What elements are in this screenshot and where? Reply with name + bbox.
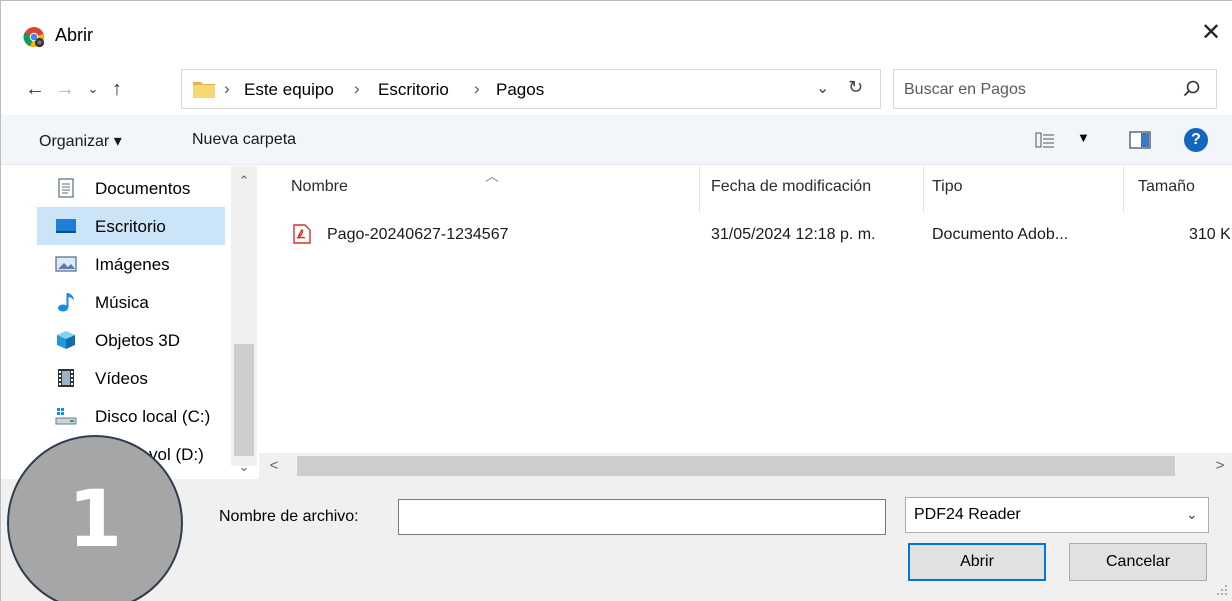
chrome-app-icon	[23, 27, 45, 48]
cancel-button[interactable]: Cancelar	[1069, 543, 1207, 581]
sidebar-item-disco-local-c[interactable]: Disco local (C:)	[37, 397, 225, 435]
column-header-size[interactable]: Tamaño	[1138, 178, 1195, 196]
title-bar: Abrir ✕	[1, 1, 1232, 49]
column-divider[interactable]	[1123, 166, 1124, 212]
sidebar-item-label: Objetos 3D	[95, 331, 181, 350]
pdf-file-icon	[293, 224, 311, 244]
sidebar-item-imagenes[interactable]: Imágenes	[37, 245, 225, 283]
open-file-dialog: Abrir ✕ ← → ⌄ ↑ › Este equipo › Escritor…	[0, 0, 1232, 601]
sidebar-item-label: Documentos	[95, 179, 191, 198]
open-button[interactable]: Abrir	[908, 543, 1046, 581]
up-arrow-icon[interactable]: ↑	[105, 75, 129, 103]
resize-grip-icon[interactable]	[1215, 583, 1229, 597]
search-icon[interactable]	[1182, 79, 1202, 99]
column-header-modified[interactable]: Fecha de modificación	[711, 178, 871, 196]
address-bar[interactable]: › Este equipo › Escritorio › Pagos ⌄ ↻	[181, 69, 881, 109]
navigation-pane: Documentos Escritorio Imágenes Música Ob…	[1, 166, 259, 476]
sidebar-item-label: Imágenes	[95, 255, 170, 274]
sidebar-item-documentos[interactable]: Documentos	[37, 169, 225, 207]
navigation-bar: ← → ⌄ ↑ › Este equipo › Escritorio › Pag…	[1, 67, 1232, 111]
new-folder-button[interactable]: Nueva carpeta	[192, 131, 296, 149]
breadcrumb-este-equipo[interactable]: Este equipo	[244, 80, 334, 100]
refresh-icon[interactable]: ↻	[848, 77, 863, 98]
breadcrumb-separator: ›	[354, 79, 360, 98]
documents-icon	[58, 178, 74, 198]
preview-pane-icon[interactable]	[1129, 131, 1151, 149]
close-icon[interactable]: ✕	[1197, 19, 1225, 47]
file-type-filter-value: PDF24 Reader	[914, 506, 1021, 523]
column-header-name[interactable]: Nombre	[291, 178, 348, 196]
file-type: Documento Adob...	[932, 226, 1069, 243]
scrollbar-thumb[interactable]	[234, 344, 254, 456]
desktop-icon	[56, 219, 76, 233]
file-list-horizontal-scrollbar[interactable]: < >	[259, 453, 1232, 479]
column-divider[interactable]	[699, 166, 700, 212]
sidebar-item-videos[interactable]: Vídeos	[37, 359, 225, 397]
file-size: 310 K	[1189, 226, 1231, 243]
music-icon	[58, 293, 74, 312]
scroll-right-chevron-icon[interactable]: >	[1207, 453, 1232, 479]
search-box	[893, 69, 1217, 109]
scroll-up-chevron-icon[interactable]: ⌃	[231, 168, 257, 194]
file-type-filter-select[interactable]: PDF24 Reader ⌄	[905, 497, 1209, 533]
filename-input[interactable]	[405, 506, 845, 528]
back-arrow-icon[interactable]: ←	[23, 75, 47, 103]
local-disk-icon	[55, 408, 77, 425]
breadcrumb-separator: ›	[474, 79, 480, 98]
step-number-badge: 1	[7, 435, 183, 601]
breadcrumb-pagos[interactable]: Pagos	[496, 80, 544, 100]
pictures-icon	[55, 256, 77, 272]
sort-ascending-caret-icon: ︿	[485, 168, 499, 184]
scrollbar-thumb[interactable]	[297, 456, 1175, 476]
forward-arrow-icon[interactable]: →	[53, 75, 77, 103]
filename-label: Nombre de archivo:	[219, 508, 359, 525]
window-title: Abrir	[55, 25, 94, 45]
scroll-down-chevron-icon[interactable]: ⌄	[231, 454, 257, 480]
file-name: Pago-20240627-1234567	[327, 226, 509, 243]
command-bar: Organizar ▾ Nueva carpeta ▼ ?	[1, 115, 1232, 165]
folder-icon	[193, 82, 215, 98]
recent-locations-chevron-icon[interactable]: ⌄	[81, 75, 105, 103]
organize-menu-button[interactable]: Organizar ▾	[39, 131, 122, 151]
sidebar-item-objetos-3d[interactable]: Objetos 3D	[37, 321, 225, 359]
view-options-icon[interactable]	[1035, 131, 1055, 149]
breadcrumb-separator: ›	[224, 79, 230, 98]
navigation-pane-scrollbar[interactable]: ⌃ ⌄	[231, 166, 257, 474]
column-header-type[interactable]: Tipo	[932, 178, 963, 196]
videos-icon	[58, 369, 74, 387]
filter-dropdown-chevron-icon[interactable]: ⌄	[1186, 506, 1198, 523]
table-row[interactable]: Pago-20240627-1234567 31/05/2024 12:18 p…	[287, 218, 1232, 252]
dialog-footer: Nombre de archivo: ⌄ PDF24 Reader ⌄ Abri…	[1, 479, 1232, 601]
sidebar-item-label: Vídeos	[95, 369, 148, 388]
scroll-left-chevron-icon[interactable]: <	[261, 453, 287, 479]
sidebar-item-escritorio[interactable]: Escritorio	[37, 207, 225, 245]
breadcrumb-escritorio[interactable]: Escritorio	[378, 80, 449, 100]
file-modified: 31/05/2024 12:18 p. m.	[711, 226, 876, 243]
sidebar-item-label: Escritorio	[95, 217, 166, 236]
file-list: ︿ Nombre Fecha de modificación Tipo Tama…	[259, 166, 1232, 456]
help-icon[interactable]: ?	[1184, 128, 1208, 152]
3d-objects-icon	[57, 331, 75, 349]
filename-combobox[interactable]: ⌄	[398, 499, 886, 535]
column-divider[interactable]	[923, 166, 924, 212]
view-dropdown-arrow-icon[interactable]: ▼	[1077, 130, 1090, 145]
address-dropdown-chevron-icon[interactable]: ⌄	[816, 78, 829, 98]
step-number: 1	[67, 475, 123, 565]
sidebar-item-musica[interactable]: Música	[37, 283, 225, 321]
sidebar-item-label: Música	[95, 293, 149, 312]
sidebar-item-label: Disco local (C:)	[95, 407, 211, 426]
search-input[interactable]	[904, 78, 1164, 102]
